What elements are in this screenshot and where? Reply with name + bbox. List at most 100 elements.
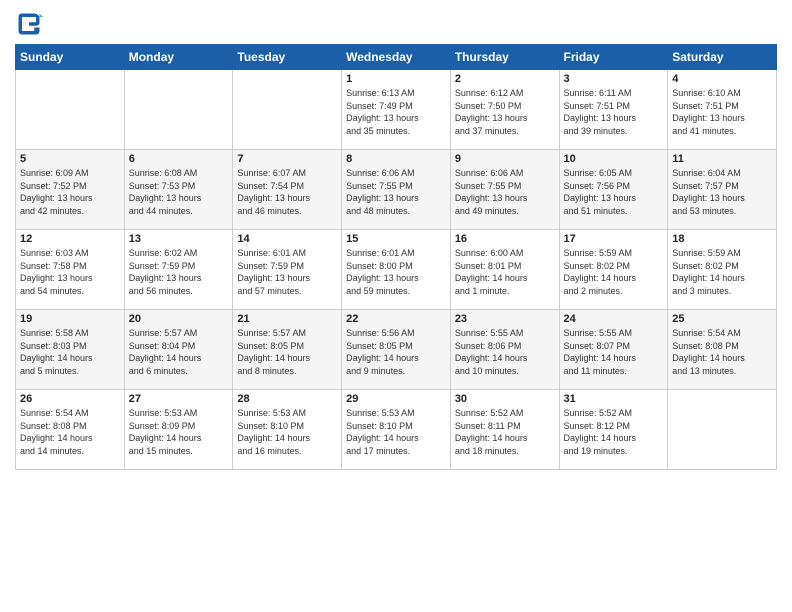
calendar-week-1: 1 Sunrise: 6:13 AM Sunset: 7:49 PM Daylig…: [16, 70, 777, 150]
calendar-cell: 10Sunrise: 6:05 AM Sunset: 7:56 PM Dayli…: [559, 150, 668, 230]
day-number: 5: [20, 153, 120, 165]
day-number: 1: [346, 73, 446, 85]
day-info: Sunrise: 5:54 AM Sunset: 8:08 PM Dayligh…: [20, 407, 120, 457]
logo-icon: [15, 10, 43, 38]
weekday-header-saturday: Saturday: [668, 45, 777, 70]
calendar-cell: 11 Sunrise: 6:04 AM Sunset: 7:57 PM Dayli…: [668, 150, 777, 230]
calendar-week-2: 5 Sunrise: 6:09 AM Sunset: 7:52 PM Daylig…: [16, 150, 777, 230]
day-number: 26: [20, 393, 120, 405]
calendar-cell: 2Sunrise: 6:12 AM Sunset: 7:50 PM Daylig…: [450, 70, 559, 150]
calendar-cell: 29 Sunrise: 5:53 AM Sunset: 8:10 PM Dayli…: [342, 390, 451, 470]
day-number: 20: [129, 313, 229, 325]
calendar-cell: 9Sunrise: 6:06 AM Sunset: 7:55 PM Daylig…: [450, 150, 559, 230]
calendar-cell: 24 Sunrise: 5:55 AM Sunset: 8:07 PM Dayli…: [559, 310, 668, 390]
day-info: Sunrise: 6:11 AM Sunset: 7:51 PM Dayligh…: [564, 87, 664, 137]
weekday-header-tuesday: Tuesday: [233, 45, 342, 70]
calendar-week-4: 19 Sunrise: 5:58 AM Sunset: 8:03 PM Dayli…: [16, 310, 777, 390]
day-number: 6: [129, 153, 229, 165]
day-number: 21: [237, 313, 337, 325]
calendar-cell: 19 Sunrise: 5:58 AM Sunset: 8:03 PM Dayli…: [16, 310, 125, 390]
day-number: 19: [20, 313, 120, 325]
day-number: 7: [237, 153, 337, 165]
day-info: Sunrise: 6:03 AM Sunset: 7:58 PM Dayligh…: [20, 247, 120, 297]
calendar-cell: 31 Sunrise: 5:52 AM Sunset: 8:12 PM Dayli…: [559, 390, 668, 470]
calendar-cell: 8Sunrise: 6:06 AM Sunset: 7:55 PM Daylig…: [342, 150, 451, 230]
day-info: Sunrise: 5:52 AM Sunset: 8:12 PM Dayligh…: [564, 407, 664, 457]
calendar-cell: 6 Sunrise: 6:08 AM Sunset: 7:53 PM Daylig…: [124, 150, 233, 230]
calendar-cell: 16 Sunrise: 6:00 AM Sunset: 8:01 PM Dayli…: [450, 230, 559, 310]
day-info: Sunrise: 5:53 AM Sunset: 8:10 PM Dayligh…: [346, 407, 446, 457]
day-info: Sunrise: 5:59 AM Sunset: 8:02 PM Dayligh…: [672, 247, 772, 297]
day-number: 23: [455, 313, 555, 325]
weekday-header-monday: Monday: [124, 45, 233, 70]
calendar-cell: 5 Sunrise: 6:09 AM Sunset: 7:52 PM Daylig…: [16, 150, 125, 230]
calendar-cell: [668, 390, 777, 470]
day-info: Sunrise: 6:00 AM Sunset: 8:01 PM Dayligh…: [455, 247, 555, 297]
day-number: 18: [672, 233, 772, 245]
day-info: Sunrise: 5:55 AM Sunset: 8:07 PM Dayligh…: [564, 327, 664, 377]
day-number: 29: [346, 393, 446, 405]
day-number: 16: [455, 233, 555, 245]
calendar-cell: 21 Sunrise: 5:57 AM Sunset: 8:05 PM Dayli…: [233, 310, 342, 390]
day-info: Sunrise: 5:55 AM Sunset: 8:06 PM Dayligh…: [455, 327, 555, 377]
weekday-header-row: SundayMondayTuesdayWednesdayThursdayFrid…: [16, 45, 777, 70]
day-number: 31: [564, 393, 664, 405]
calendar-cell: 28Sunrise: 5:53 AM Sunset: 8:10 PM Dayli…: [233, 390, 342, 470]
calendar-cell: 23 Sunrise: 5:55 AM Sunset: 8:06 PM Dayli…: [450, 310, 559, 390]
day-number: 27: [129, 393, 229, 405]
calendar-cell: 4Sunrise: 6:10 AM Sunset: 7:51 PM Daylig…: [668, 70, 777, 150]
day-number: 28: [237, 393, 337, 405]
calendar-week-5: 26 Sunrise: 5:54 AM Sunset: 8:08 PM Dayli…: [16, 390, 777, 470]
day-number: 30: [455, 393, 555, 405]
calendar-table: SundayMondayTuesdayWednesdayThursdayFrid…: [15, 44, 777, 470]
day-info: Sunrise: 5:53 AM Sunset: 8:09 PM Dayligh…: [129, 407, 229, 457]
day-number: 24: [564, 313, 664, 325]
calendar-cell: [124, 70, 233, 150]
calendar-cell: 14 Sunrise: 6:01 AM Sunset: 7:59 PM Dayli…: [233, 230, 342, 310]
day-info: Sunrise: 5:57 AM Sunset: 8:04 PM Dayligh…: [129, 327, 229, 377]
calendar-cell: [233, 70, 342, 150]
weekday-header-thursday: Thursday: [450, 45, 559, 70]
day-number: 8: [346, 153, 446, 165]
calendar-week-3: 12 Sunrise: 6:03 AM Sunset: 7:58 PM Dayli…: [16, 230, 777, 310]
day-info: Sunrise: 5:58 AM Sunset: 8:03 PM Dayligh…: [20, 327, 120, 377]
day-info: Sunrise: 5:52 AM Sunset: 8:11 PM Dayligh…: [455, 407, 555, 457]
day-number: 15: [346, 233, 446, 245]
calendar-cell: 18 Sunrise: 5:59 AM Sunset: 8:02 PM Dayli…: [668, 230, 777, 310]
day-number: 4: [672, 73, 772, 85]
page: SundayMondayTuesdayWednesdayThursdayFrid…: [0, 0, 792, 612]
calendar-cell: 26 Sunrise: 5:54 AM Sunset: 8:08 PM Dayli…: [16, 390, 125, 470]
day-number: 13: [129, 233, 229, 245]
calendar-cell: 22Sunrise: 5:56 AM Sunset: 8:05 PM Dayli…: [342, 310, 451, 390]
calendar-cell: 13 Sunrise: 6:02 AM Sunset: 7:59 PM Dayli…: [124, 230, 233, 310]
day-number: 3: [564, 73, 664, 85]
calendar-cell: 1 Sunrise: 6:13 AM Sunset: 7:49 PM Daylig…: [342, 70, 451, 150]
calendar-cell: 7 Sunrise: 6:07 AM Sunset: 7:54 PM Daylig…: [233, 150, 342, 230]
day-number: 12: [20, 233, 120, 245]
calendar-cell: 15 Sunrise: 6:01 AM Sunset: 8:00 PM Dayli…: [342, 230, 451, 310]
day-number: 2: [455, 73, 555, 85]
day-info: Sunrise: 6:08 AM Sunset: 7:53 PM Dayligh…: [129, 167, 229, 217]
day-info: Sunrise: 6:09 AM Sunset: 7:52 PM Dayligh…: [20, 167, 120, 217]
calendar-cell: 27 Sunrise: 5:53 AM Sunset: 8:09 PM Dayli…: [124, 390, 233, 470]
day-number: 22: [346, 313, 446, 325]
calendar-cell: 25Sunrise: 5:54 AM Sunset: 8:08 PM Dayli…: [668, 310, 777, 390]
day-info: Sunrise: 6:01 AM Sunset: 7:59 PM Dayligh…: [237, 247, 337, 297]
day-number: 17: [564, 233, 664, 245]
day-info: Sunrise: 6:13 AM Sunset: 7:49 PM Dayligh…: [346, 87, 446, 137]
day-info: Sunrise: 6:04 AM Sunset: 7:57 PM Dayligh…: [672, 167, 772, 217]
day-number: 14: [237, 233, 337, 245]
day-info: Sunrise: 5:59 AM Sunset: 8:02 PM Dayligh…: [564, 247, 664, 297]
calendar-cell: 17 Sunrise: 5:59 AM Sunset: 8:02 PM Dayli…: [559, 230, 668, 310]
calendar-cell: 12 Sunrise: 6:03 AM Sunset: 7:58 PM Dayli…: [16, 230, 125, 310]
day-info: Sunrise: 6:02 AM Sunset: 7:59 PM Dayligh…: [129, 247, 229, 297]
weekday-header-wednesday: Wednesday: [342, 45, 451, 70]
day-info: Sunrise: 6:05 AM Sunset: 7:56 PM Dayligh…: [564, 167, 664, 217]
day-info: Sunrise: 5:57 AM Sunset: 8:05 PM Dayligh…: [237, 327, 337, 377]
calendar-cell: [16, 70, 125, 150]
day-info: Sunrise: 6:01 AM Sunset: 8:00 PM Dayligh…: [346, 247, 446, 297]
weekday-header-friday: Friday: [559, 45, 668, 70]
day-number: 11: [672, 153, 772, 165]
day-info: Sunrise: 6:07 AM Sunset: 7:54 PM Dayligh…: [237, 167, 337, 217]
day-number: 25: [672, 313, 772, 325]
